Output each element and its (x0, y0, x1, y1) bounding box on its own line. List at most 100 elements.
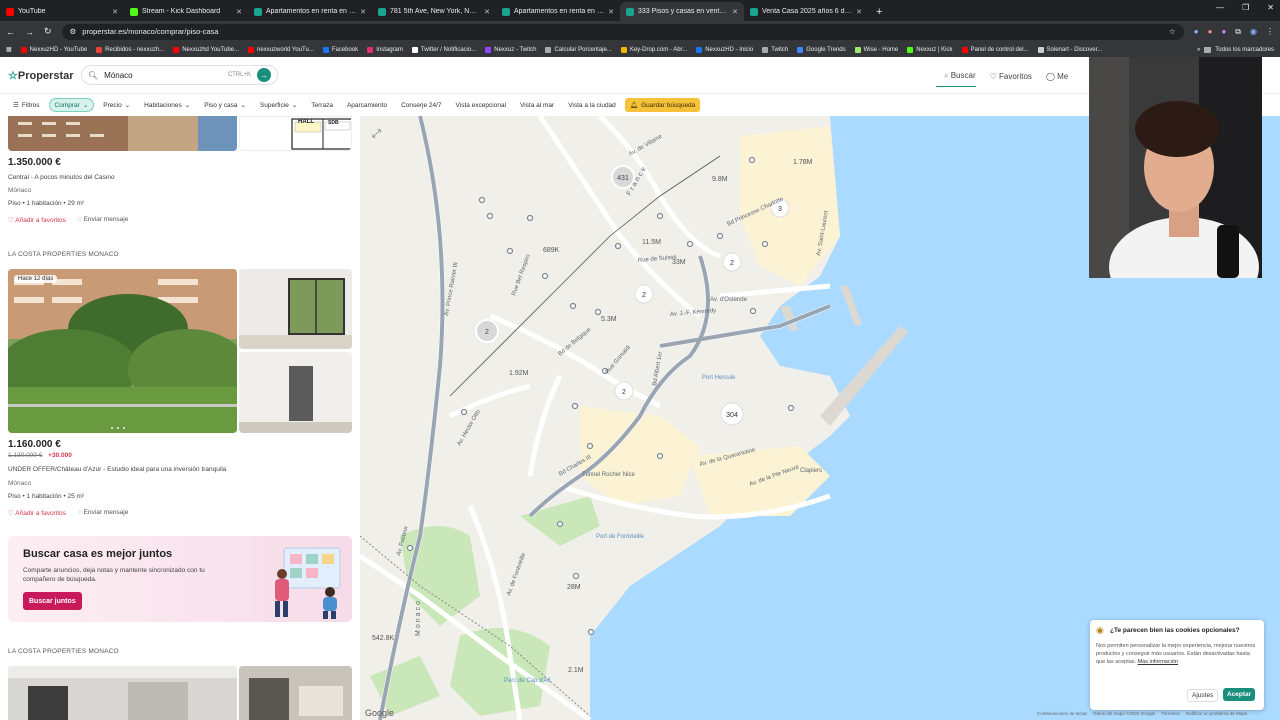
apps-grid-icon[interactable]: ▦ (6, 46, 12, 53)
close-tab-icon[interactable]: ✕ (608, 8, 614, 16)
listing-title[interactable]: Central - A pocos minutos del Casino (8, 174, 115, 181)
filter-price[interactable]: Precio ⌄ (98, 98, 135, 112)
filter-property-type[interactable]: Piso y casa ⌄ (199, 98, 251, 112)
bookmark-star-icon[interactable]: ☆ (1169, 27, 1176, 36)
save-search-button[interactable]: 🔔︎ Guardar búsqueda (624, 98, 701, 112)
add-favorite-button[interactable]: ♡ Añadir a favoritos (8, 216, 66, 224)
listing-photo-secondary[interactable] (239, 666, 352, 720)
bookmark[interactable]: Facebook (322, 46, 358, 53)
filter-parking[interactable]: Aparcamiento (342, 98, 392, 112)
browser-tab[interactable]: 781 5th Ave, New York, NY 100... ✕ (372, 2, 496, 21)
terms-link[interactable]: Términos (1161, 711, 1180, 716)
listing-photo-secondary[interactable] (239, 269, 352, 349)
cookie-accept-button[interactable]: Aceptar (1223, 688, 1256, 701)
listing-photo-main[interactable] (8, 666, 237, 720)
price-tag[interactable]: 689K (543, 247, 560, 254)
search-go-button[interactable]: → (257, 68, 271, 82)
forward-icon[interactable]: → (25, 27, 34, 37)
bookmark[interactable]: Twitter / Notificacio... (411, 46, 476, 53)
back-icon[interactable]: ← (6, 27, 15, 37)
puzzle-icon[interactable]: ⧉ (1235, 27, 1241, 37)
map-cluster[interactable]: 2 (634, 284, 654, 304)
bookmark[interactable]: Nexxuzhd YouTube... (173, 46, 239, 53)
add-favorite-button[interactable]: ♡ Añadir a favoritos (8, 509, 66, 517)
bookmark[interactable]: Recibidos - nexxuzh... (96, 46, 164, 53)
agency-name[interactable]: LA COSTA PROPERTIES MONACO (8, 251, 119, 258)
listing-photo-secondary[interactable] (239, 352, 352, 433)
browser-tab[interactable]: YouTube ✕ (0, 2, 124, 21)
browser-tab[interactable]: Stream - Kick Dashboard ✕ (124, 2, 248, 21)
site-info-icon[interactable]: ⚙ (70, 27, 77, 36)
bookmark[interactable]: Instagram (367, 46, 403, 53)
close-tab-icon[interactable]: ✕ (732, 8, 738, 16)
site-logo[interactable]: ☆Properstar (8, 69, 74, 82)
close-tab-icon[interactable]: ✕ (112, 8, 118, 16)
listing-price[interactable]: 1.350.000 € (8, 157, 61, 168)
profile-avatar-icon[interactable]: ◉ (1250, 27, 1257, 37)
filter-terrace[interactable]: Terraza (306, 98, 338, 112)
nav-search[interactable]: ⌕ Buscar (936, 66, 976, 87)
listing-photo-main[interactable] (8, 116, 237, 151)
price-tag[interactable]: 1.92M (509, 370, 529, 377)
browser-tab-active[interactable]: 333 Pisos y casas en venta en M... ✕ (620, 2, 744, 21)
map-cluster[interactable]: 2 (475, 319, 499, 343)
extension-icon[interactable]: ● (1221, 27, 1226, 37)
bookmark[interactable]: Solenart - Discover... (1037, 46, 1102, 53)
bookmark[interactable]: Google Trends (797, 46, 846, 53)
bookmark[interactable]: Key-Drop.com - Abr... (620, 46, 687, 53)
filter-area[interactable]: Superficie ⌄ (255, 98, 302, 112)
cookie-settings-button[interactable]: Ajustes (1187, 689, 1219, 702)
bookmark[interactable]: Wise - Home (854, 46, 898, 53)
close-tab-icon[interactable]: ✕ (360, 8, 366, 16)
extension-icon[interactable]: ● (1194, 27, 1199, 37)
bookmark[interactable]: Nexxuz | Kick (907, 46, 953, 53)
close-tab-icon[interactable]: ✕ (236, 8, 242, 16)
nav-favorites[interactable]: ♡ Favoritos (990, 72, 1032, 81)
price-tag[interactable]: 28M (567, 584, 581, 591)
browser-tab[interactable]: Apartamentos en renta en Las... ✕ (496, 2, 620, 21)
bookmark[interactable]: Calcular Porcentaje... (545, 46, 612, 53)
search-input[interactable]: Mónaco (104, 71, 132, 80)
listing-price[interactable]: 1.160.000 € (8, 439, 61, 450)
listing-photo-floorplan[interactable]: HALL SDB (239, 116, 352, 151)
send-message-button[interactable]: ◌ Enviar mensaje (78, 509, 129, 517)
bookmark[interactable]: nexxuzworld YouTu... (248, 46, 314, 53)
filter-sea-view[interactable]: Vista al mar (515, 98, 559, 112)
price-tag[interactable]: 9.8M (712, 176, 728, 183)
close-window-icon[interactable]: ✕ (1267, 3, 1274, 12)
map-cluster[interactable]: 2 (614, 381, 634, 401)
browser-tab[interactable]: Venta Casa 2025 años 6 dormi... ✕ (744, 2, 868, 21)
address-bar[interactable]: ⚙ properstar.es/monaco/comprar/piso-casa… (61, 23, 1184, 40)
listing-photo-main[interactable]: Hace 12 días (8, 269, 237, 433)
chevron-more-icon[interactable]: » (1197, 47, 1200, 53)
close-tab-icon[interactable]: ✕ (856, 8, 862, 16)
cookie-more-info-link[interactable]: Más información (1138, 659, 1178, 665)
price-tag[interactable]: 5.3M (601, 316, 617, 323)
bookmark[interactable]: NexxuzHD - YouTube (20, 46, 87, 53)
price-tag[interactable]: 542.8K (372, 635, 395, 642)
nav-messages[interactable]: ◯ Me (1046, 72, 1068, 81)
expand-map-icon[interactable]: ⤢ (372, 128, 381, 141)
bookmark[interactable]: Nexxuz - Twitch (485, 46, 536, 53)
maximize-icon[interactable]: ❐ (1242, 3, 1249, 12)
agency-name[interactable]: LA COSTA PROPERTIES MONACO (8, 648, 119, 655)
price-tag[interactable]: 1.78M (793, 159, 813, 166)
price-tag[interactable]: 2.1M (568, 667, 584, 674)
report-problem-link[interactable]: Notificar un problema de Maps (1186, 711, 1247, 716)
all-bookmarks[interactable]: » Todos los marcadores (1197, 46, 1274, 53)
filter-buy[interactable]: Comprar ⌄ (48, 98, 95, 112)
filter-city-view[interactable]: Vista a la ciudad (563, 98, 621, 112)
filter-exceptional-view[interactable]: Vista excepcional (451, 98, 511, 112)
listing-title[interactable]: UNDER OFFER/Château d'Azur - Estudio ide… (8, 466, 226, 473)
search-together-button[interactable]: Buscar juntos (23, 592, 82, 610)
reload-icon[interactable]: ↻ (44, 26, 52, 37)
bookmark[interactable]: Twitch (762, 46, 788, 53)
extension-icon[interactable]: ● (1208, 27, 1213, 37)
menu-dots-icon[interactable]: ⋮ (1266, 27, 1274, 37)
price-tag[interactable]: 11.5M (642, 239, 661, 246)
send-message-button[interactable]: ◌ Enviar mensaje (78, 216, 129, 224)
bookmark[interactable]: Panel de control del... (961, 46, 1029, 53)
keyboard-shortcuts-link[interactable]: Combinaciones de teclas (1037, 711, 1087, 716)
filters-button[interactable]: ☰ Filtros (8, 98, 45, 112)
browser-tab[interactable]: Apartamentos en renta en New... ✕ (248, 2, 372, 21)
